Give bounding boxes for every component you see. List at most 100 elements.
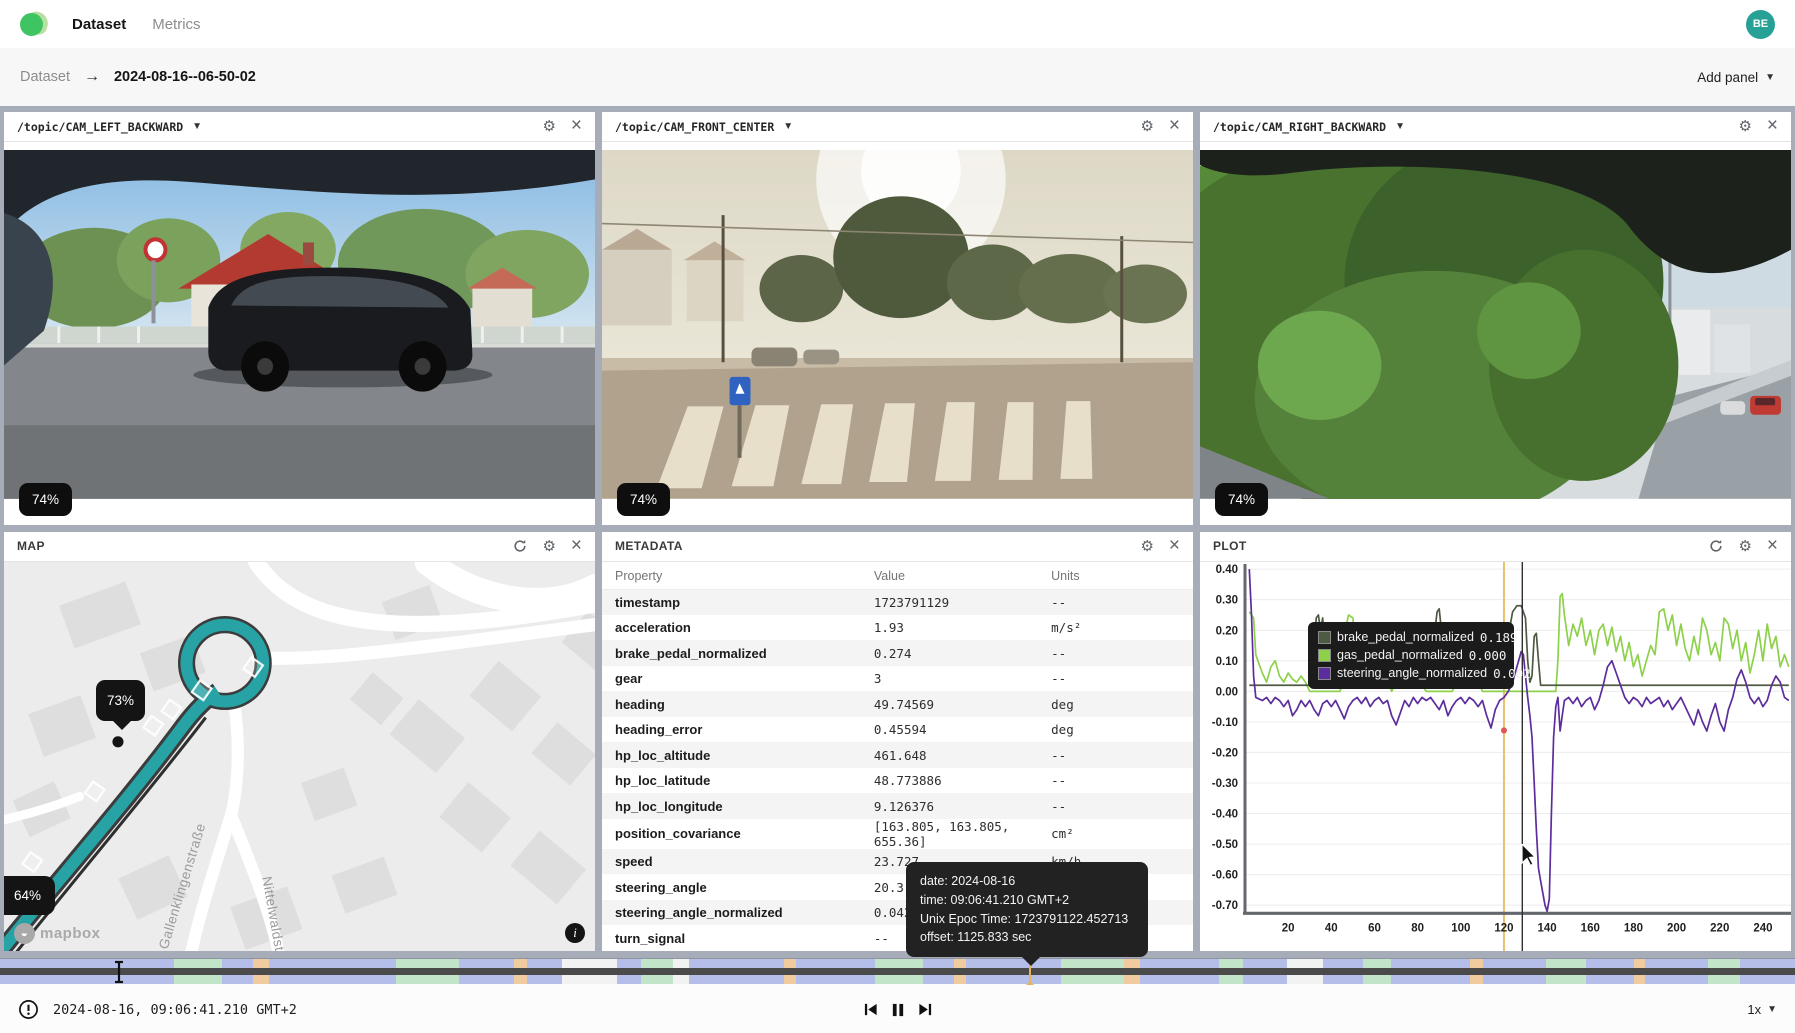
timeline-segment[interactable] — [396, 959, 459, 968]
timeline-segment[interactable] — [253, 959, 269, 968]
timeline-segment[interactable] — [1483, 959, 1546, 968]
close-icon[interactable]: × — [571, 536, 582, 555]
info-icon[interactable]: i — [565, 923, 585, 943]
topic-dropdown[interactable]: /topic/CAM_LEFT_BACKWARD — [17, 120, 183, 134]
timeline-segment[interactable] — [222, 975, 254, 984]
timeline-segment[interactable] — [514, 959, 527, 968]
timeline-segment[interactable] — [527, 959, 562, 968]
gear-icon[interactable]: ⚙ — [1140, 539, 1153, 554]
timeline-segment[interactable] — [966, 959, 1061, 968]
map-view[interactable]: Gallenklingenstraße Nittelwaldstr 73% 64… — [4, 562, 595, 951]
timeline-segment[interactable] — [1391, 975, 1470, 984]
topic-dropdown[interactable]: /topic/CAM_FRONT_CENTER — [615, 120, 774, 134]
timeline-segment[interactable] — [1740, 975, 1795, 984]
pause-button[interactable] — [890, 1002, 905, 1018]
timeline-segment[interactable] — [1634, 975, 1645, 984]
timeline-segment[interactable] — [673, 959, 689, 968]
timeline-segment[interactable] — [617, 959, 641, 968]
chevron-down-icon[interactable]: ▼ — [1395, 121, 1405, 132]
timeline-segment[interactable] — [796, 975, 875, 984]
timeline-segment[interactable] — [1483, 975, 1546, 984]
timeline-track-top[interactable] — [0, 959, 1795, 968]
refresh-icon[interactable] — [513, 539, 527, 553]
timeline-segment[interactable] — [1740, 959, 1795, 968]
timeline-segment[interactable] — [1124, 959, 1140, 968]
avatar[interactable]: BE — [1746, 10, 1775, 39]
timeline-segment[interactable] — [1323, 959, 1363, 968]
timeline-segment[interactable] — [174, 959, 221, 968]
timeline-segment[interactable] — [1140, 959, 1219, 968]
breadcrumb-root[interactable]: Dataset — [20, 69, 70, 85]
gear-icon[interactable]: ⚙ — [542, 119, 555, 134]
gear-icon[interactable]: ⚙ — [1738, 539, 1751, 554]
timeline-segment[interactable] — [1323, 975, 1363, 984]
timeline-segment[interactable] — [875, 959, 922, 968]
timeline-segment[interactable] — [253, 975, 269, 984]
chevron-down-icon[interactable]: ▼ — [783, 121, 793, 132]
timeline-scrubber[interactable] — [0, 958, 1795, 984]
timeline-segment[interactable] — [641, 959, 673, 968]
chevron-down-icon[interactable]: ▼ — [192, 121, 202, 132]
timeline-segment[interactable] — [1219, 959, 1243, 968]
timeline-segment[interactable] — [1645, 975, 1708, 984]
timeline-segment[interactable] — [954, 975, 965, 984]
close-icon[interactable]: × — [1169, 116, 1180, 135]
timeline-segment[interactable] — [875, 975, 922, 984]
timeline-segment[interactable] — [796, 959, 875, 968]
app-logo-icon[interactable] — [20, 11, 48, 37]
timeline-segment[interactable] — [784, 975, 797, 984]
timeline-segment[interactable] — [1287, 975, 1323, 984]
timeline-segment[interactable] — [269, 959, 396, 968]
timeline-segment[interactable] — [222, 959, 254, 968]
timeline-segment[interactable] — [1634, 959, 1645, 968]
timeline-segment[interactable] — [689, 975, 784, 984]
gear-icon[interactable]: ⚙ — [542, 539, 555, 554]
playback-speed-dropdown[interactable]: 1x ▼ — [1747, 1002, 1777, 1017]
timeline-segment[interactable] — [459, 975, 514, 984]
tab-metrics[interactable]: Metrics — [152, 16, 200, 33]
close-icon[interactable]: × — [1767, 536, 1778, 555]
timeline-segment[interactable] — [1645, 959, 1708, 968]
timeline-segment[interactable] — [954, 959, 965, 968]
timeline-segment[interactable] — [1586, 959, 1633, 968]
timeline-segment[interactable] — [1243, 959, 1287, 968]
timeline-segment[interactable] — [689, 959, 784, 968]
timeline-segment[interactable] — [1363, 959, 1391, 968]
close-icon[interactable]: × — [1169, 536, 1180, 555]
alert-icon[interactable] — [18, 999, 39, 1020]
plot-view[interactable]: 0.400.300.200.100.00-0.10-0.20-0.30-0.40… — [1200, 562, 1791, 951]
timeline-segment[interactable] — [1470, 975, 1483, 984]
timeline-segment[interactable] — [562, 975, 617, 984]
timeline-segment[interactable] — [673, 975, 689, 984]
timeline-segment[interactable] — [1140, 975, 1219, 984]
timeline-segment[interactable] — [617, 975, 641, 984]
timeline-segment[interactable] — [174, 975, 221, 984]
timeline-segment[interactable] — [923, 959, 955, 968]
timeline-track-bottom[interactable] — [0, 975, 1795, 984]
timeline-segment[interactable] — [1061, 959, 1124, 968]
timeline-segment[interactable] — [1546, 975, 1586, 984]
timeline-segment[interactable] — [1546, 959, 1586, 968]
timeline-segment[interactable] — [784, 959, 797, 968]
timeline-segment[interactable] — [1287, 959, 1323, 968]
topic-dropdown[interactable]: /topic/CAM_RIGHT_BACKWARD — [1213, 120, 1386, 134]
timeline-segment[interactable] — [1124, 975, 1140, 984]
timeline-segment[interactable] — [966, 975, 1061, 984]
timeline-segment[interactable] — [1708, 959, 1740, 968]
timeline-segment[interactable] — [527, 975, 562, 984]
timeline-segment[interactable] — [0, 959, 174, 968]
timeline-segment[interactable] — [0, 975, 174, 984]
timeline-segment[interactable] — [1363, 975, 1391, 984]
timeline-segment[interactable] — [562, 959, 617, 968]
timeline-segment[interactable] — [396, 975, 459, 984]
timeline-segment[interactable] — [269, 975, 396, 984]
close-icon[interactable]: × — [571, 116, 582, 135]
add-panel-button[interactable]: Add panel ▼ — [1697, 70, 1775, 85]
timeline-segment[interactable] — [459, 959, 514, 968]
timeline-segment[interactable] — [641, 975, 673, 984]
skip-to-start-button[interactable] — [863, 1002, 878, 1017]
timeline-segment[interactable] — [923, 975, 955, 984]
timeline-segment[interactable] — [1219, 975, 1243, 984]
timeline-segment[interactable] — [514, 975, 527, 984]
skip-to-end-button[interactable] — [917, 1002, 932, 1017]
